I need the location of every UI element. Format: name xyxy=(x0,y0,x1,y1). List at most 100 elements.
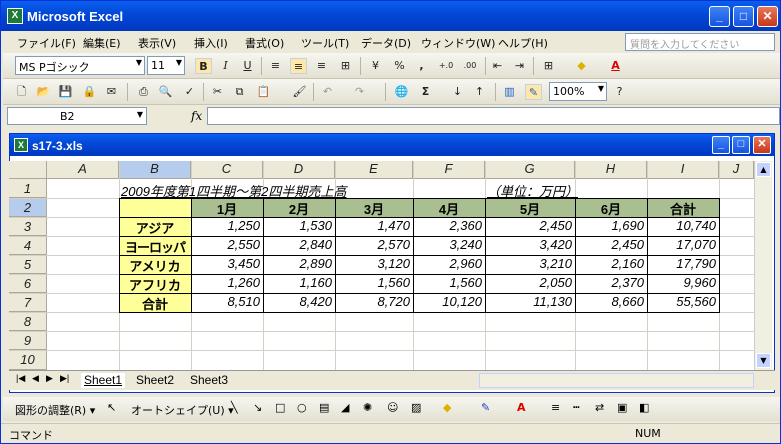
save-icon[interactable]: 💾 xyxy=(57,84,74,100)
format-painter-icon[interactable]: 🖌 xyxy=(291,84,308,100)
horizontal-scrollbar[interactable] xyxy=(479,373,754,388)
email-icon[interactable]: ✉ xyxy=(103,84,120,100)
value-cell[interactable]: 3,450 xyxy=(191,256,260,271)
value-cell[interactable]: 10,740 xyxy=(647,218,716,233)
line-color-icon[interactable]: ✎ xyxy=(481,401,490,414)
value-cell[interactable]: 17,070 xyxy=(647,237,716,252)
zoom-select[interactable]: 100% ▼ xyxy=(549,82,607,101)
row-header-9[interactable]: 9 xyxy=(9,331,47,350)
redo-icon[interactable]: ↷ xyxy=(351,84,368,100)
font-color-icon[interactable]: A xyxy=(607,58,624,74)
workbook-maximize-button[interactable]: □ xyxy=(732,136,750,154)
fill-color-icon[interactable]: ◆ xyxy=(573,58,590,74)
minimize-button[interactable]: _ xyxy=(709,6,730,27)
column-header-f[interactable]: F xyxy=(413,161,485,179)
row-header-1[interactable]: 1 xyxy=(9,179,47,198)
value-cell[interactable]: 1,690 xyxy=(575,218,644,233)
bold-button[interactable]: B xyxy=(195,58,212,74)
spreadsheet-grid[interactable]: A B C D E F G H I J 1 2 3 4 5 6 7 8 9 10 xyxy=(9,161,754,370)
line-icon[interactable]: ╲ xyxy=(231,401,238,414)
tab-sheet2[interactable]: Sheet2 xyxy=(133,373,177,388)
autosum-button[interactable]: Σ xyxy=(417,84,434,100)
increase-indent-icon[interactable]: ⇥ xyxy=(511,58,528,74)
month-header[interactable]: 4月 xyxy=(413,199,485,218)
menu-file[interactable]: ファイル(F) xyxy=(17,35,76,51)
column-header-d[interactable]: D xyxy=(263,161,335,179)
row-header-2[interactable]: 2 xyxy=(9,198,47,217)
dash-style-icon[interactable]: ┅ xyxy=(573,401,580,414)
maximize-button[interactable]: □ xyxy=(733,6,754,27)
copy-icon[interactable]: ⧉ xyxy=(231,84,248,100)
fill-color-icon[interactable]: ◆ xyxy=(443,401,451,414)
value-cell[interactable]: 1,530 xyxy=(263,218,332,233)
open-folder-icon[interactable]: 📂 xyxy=(35,84,52,100)
value-cell[interactable]: 11,130 xyxy=(485,294,572,309)
percent-button[interactable]: % xyxy=(391,58,408,74)
column-header-h[interactable]: H xyxy=(575,161,647,179)
textbox-icon[interactable]: ▤ xyxy=(319,401,329,414)
help-search-input[interactable]: 質問を入力してください xyxy=(625,33,775,51)
value-cell[interactable]: 8,660 xyxy=(575,294,644,309)
month-header[interactable]: 1月 xyxy=(191,199,263,218)
cut-icon[interactable]: ✂ xyxy=(209,84,226,100)
menu-view[interactable]: 表示(V) xyxy=(138,35,176,51)
value-cell[interactable]: 8,420 xyxy=(263,294,332,309)
font-name-select[interactable]: MS Pゴシック ▼ xyxy=(15,56,145,75)
formula-input[interactable] xyxy=(207,107,780,125)
borders-icon[interactable]: ⊞ xyxy=(540,58,557,74)
next-sheet-icon[interactable]: ▶ xyxy=(43,373,56,388)
workbook-close-button[interactable]: ✕ xyxy=(753,136,771,154)
arrow-style-icon[interactable]: ⇄ xyxy=(595,401,604,414)
print-icon[interactable]: ⎙ xyxy=(135,84,152,100)
line-style-icon[interactable]: ≡ xyxy=(551,401,560,414)
value-cell[interactable]: 1,160 xyxy=(263,275,332,290)
value-cell[interactable]: 2,840 xyxy=(263,237,332,252)
align-left-icon[interactable]: ≡ xyxy=(267,58,284,74)
value-cell[interactable]: 1,260 xyxy=(191,275,260,290)
autoshape-menu[interactable]: オートシェイプ(U) ▾ xyxy=(131,402,234,418)
column-header-b[interactable]: B xyxy=(119,161,191,179)
close-button[interactable]: ✕ xyxy=(757,6,778,27)
sort-ascending-icon[interactable]: ↓ xyxy=(449,84,466,100)
prev-sheet-icon[interactable]: ◀ xyxy=(29,373,42,388)
value-cell[interactable]: 9,960 xyxy=(647,275,716,290)
region-label[interactable]: ヨーロッパ xyxy=(119,237,191,256)
help-icon[interactable]: ? xyxy=(611,84,628,100)
region-label[interactable]: アメリカ xyxy=(119,256,191,275)
menu-tools[interactable]: ツール(T) xyxy=(301,35,349,51)
value-cell[interactable]: 1,560 xyxy=(335,275,410,290)
column-header-g[interactable]: G xyxy=(485,161,575,179)
shadow-icon[interactable]: ▣ xyxy=(617,401,627,414)
value-cell[interactable]: 1,470 xyxy=(335,218,410,233)
scroll-up-icon[interactable]: ▲ xyxy=(756,162,771,177)
row-header-3[interactable]: 3 xyxy=(9,217,47,236)
decrease-decimal-button[interactable]: .00 xyxy=(459,58,481,74)
menu-insert[interactable]: 挿入(I) xyxy=(194,35,228,51)
menu-edit[interactable]: 編集(E) xyxy=(83,35,121,51)
value-cell[interactable]: 3,240 xyxy=(413,237,482,252)
select-all-corner[interactable] xyxy=(9,161,47,179)
month-header[interactable]: 合計 xyxy=(647,199,719,218)
rectangle-icon[interactable]: □ xyxy=(275,401,285,414)
insert-function-button[interactable]: fx xyxy=(191,109,202,123)
row-header-6[interactable]: 6 xyxy=(9,274,47,293)
value-cell[interactable]: 8,720 xyxy=(335,294,410,309)
row-header-10[interactable]: 10 xyxy=(9,350,47,370)
new-document-icon[interactable]: 🗋 xyxy=(13,84,30,100)
value-cell[interactable]: 2,160 xyxy=(575,256,644,271)
sheet-title-cell[interactable]: 2009年度第1四半期～第2四半期売上高 xyxy=(121,181,346,200)
font-color-icon[interactable]: A xyxy=(517,401,526,414)
scroll-down-icon[interactable]: ▼ xyxy=(756,353,771,368)
active-cell-b2[interactable] xyxy=(120,199,191,217)
chart-wizard-icon[interactable]: ▥ xyxy=(501,84,518,100)
sort-descending-icon[interactable]: ↑ xyxy=(471,84,488,100)
menu-data[interactable]: データ(D) xyxy=(361,35,411,51)
merge-center-icon[interactable]: ⊞ xyxy=(337,58,354,74)
value-cell[interactable]: 1,560 xyxy=(413,275,482,290)
value-cell[interactable]: 3,210 xyxy=(485,256,572,271)
increase-decimal-button[interactable]: +.0 xyxy=(435,58,457,74)
drawing-icon[interactable]: ✎ xyxy=(525,84,542,100)
column-header-j[interactable]: J xyxy=(719,161,754,179)
month-header[interactable]: 5月 xyxy=(485,199,575,218)
value-cell[interactable]: 3,120 xyxy=(335,256,410,271)
